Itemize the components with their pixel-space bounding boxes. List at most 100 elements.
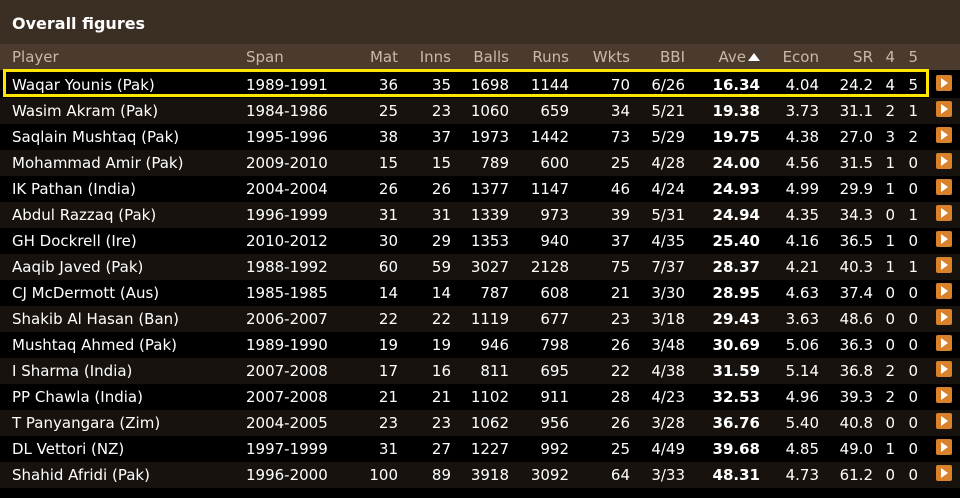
expand-arrow-button[interactable] (936, 231, 952, 247)
cell-runs: 911 (540, 388, 569, 406)
cell-player[interactable]: Abdul Razzaq (Pak) (12, 206, 156, 224)
cell-player[interactable]: GH Dockrell (Ire) (12, 232, 137, 250)
expand-arrow-button[interactable] (936, 413, 952, 429)
cell-wkts: 46 (610, 180, 630, 198)
cell-sr: 36.3 (839, 336, 873, 354)
cell-ave: 29.43 (712, 310, 760, 328)
expand-arrow-button[interactable] (936, 465, 952, 481)
expand-arrow-button[interactable] (936, 361, 952, 377)
cell-player[interactable]: DL Vettori (NZ) (12, 440, 124, 458)
col-sr[interactable]: SR (853, 48, 873, 66)
col-four[interactable]: 4 (885, 48, 895, 66)
cell-econ: 4.63 (785, 284, 819, 302)
cell-mat: 38 (378, 128, 398, 146)
expand-arrow-button[interactable] (936, 283, 952, 299)
col-bbi[interactable]: BBI (660, 48, 685, 66)
cell-wkts: 22 (610, 362, 630, 380)
table-row: Shahid Afridi (Pak) 1996-2000 100 89 3918 309… (0, 462, 960, 488)
cell-player[interactable]: I Sharma (India) (12, 362, 132, 380)
cell-mat: 30 (378, 232, 398, 250)
col-balls[interactable]: Balls (473, 48, 509, 66)
cell-four: 3 (885, 128, 895, 146)
cell-player[interactable]: CJ McDermott (Aus) (12, 284, 159, 302)
cell-player[interactable]: Waqar Younis (Pak) (12, 76, 155, 94)
cell-player[interactable]: Aaqib Javed (Pak) (12, 258, 143, 276)
col-econ[interactable]: Econ (783, 48, 819, 66)
cell-player[interactable]: Mushtaq Ahmed (Pak) (12, 336, 177, 354)
cell-runs: 2128 (530, 258, 569, 276)
col-runs[interactable]: Runs (532, 48, 569, 66)
cell-sr: 29.9 (839, 180, 873, 198)
cell-wkts: 39 (610, 206, 630, 224)
cell-wkts: 75 (610, 258, 630, 276)
cell-player[interactable]: Shahid Afridi (Pak) (12, 466, 150, 484)
cell-ave: 25.40 (712, 232, 760, 250)
cell-span: 2004-2004 (246, 180, 328, 198)
col-span[interactable]: Span (246, 48, 284, 66)
expand-arrow-button[interactable] (936, 387, 952, 403)
cell-four: 1 (885, 258, 895, 276)
cell-runs: 695 (540, 362, 569, 380)
cell-span: 1996-1999 (246, 206, 328, 224)
cell-player[interactable]: Shakib Al Hasan (Ban) (12, 310, 179, 328)
col-inns[interactable]: Inns (420, 48, 451, 66)
col-ave[interactable]: Ave (719, 48, 760, 66)
expand-arrow-button[interactable] (936, 75, 952, 91)
table-row: I Sharma (India) 2007-2008 17 16 811 695 22 4/3… (0, 358, 960, 384)
cell-ave: 19.75 (712, 128, 760, 146)
expand-arrow-button[interactable] (936, 127, 952, 143)
cell-sr: 36.8 (839, 362, 873, 380)
cell-five: 1 (908, 206, 918, 224)
expand-arrow-button[interactable] (936, 335, 952, 351)
cell-span: 2006-2007 (246, 310, 328, 328)
cell-player[interactable]: PP Chawla (India) (12, 388, 143, 406)
expand-arrow-button[interactable] (936, 439, 952, 455)
cell-sr: 36.5 (839, 232, 873, 250)
cell-five: 0 (908, 336, 918, 354)
cell-player[interactable]: Saqlain Mushtaq (Pak) (12, 128, 179, 146)
col-mat[interactable]: Mat (370, 48, 398, 66)
cell-player[interactable]: T Panyangara (Zim) (12, 414, 160, 432)
cell-five: 1 (908, 102, 918, 120)
cell-balls: 1353 (470, 232, 509, 250)
cell-wkts: 70 (610, 76, 630, 94)
cell-ave: 28.37 (712, 258, 760, 276)
cell-inns: 27 (431, 440, 451, 458)
expand-arrow-button[interactable] (936, 309, 952, 325)
cell-player[interactable]: IK Pathan (India) (12, 180, 136, 198)
cell-inns: 14 (431, 284, 451, 302)
cell-ave: 28.95 (712, 284, 760, 302)
expand-arrow-button[interactable] (936, 205, 952, 221)
cell-runs: 1147 (530, 180, 569, 198)
cell-ave: 31.59 (712, 362, 760, 380)
col-player[interactable]: Player (12, 48, 59, 66)
cell-mat: 15 (378, 154, 398, 172)
cell-bbi: 4/38 (651, 362, 685, 380)
expand-arrow-button[interactable] (936, 101, 952, 117)
cell-inns: 31 (431, 206, 451, 224)
cell-mat: 25 (378, 102, 398, 120)
cell-player[interactable]: Wasim Akram (Pak) (12, 102, 158, 120)
col-wkts[interactable]: Wkts (593, 48, 630, 66)
cell-inns: 35 (431, 76, 451, 94)
cell-inns: 15 (431, 154, 451, 172)
cell-span: 2007-2008 (246, 362, 328, 380)
cell-balls: 1698 (470, 76, 509, 94)
cell-mat: 17 (378, 362, 398, 380)
cell-bbi: 4/49 (651, 440, 685, 458)
cell-balls: 3918 (470, 466, 509, 484)
col-five[interactable]: 5 (908, 48, 918, 66)
expand-arrow-button[interactable] (936, 257, 952, 273)
cell-inns: 22 (431, 310, 451, 328)
cell-ave: 39.68 (712, 440, 760, 458)
cell-five: 0 (908, 232, 918, 250)
cell-span: 2009-2010 (246, 154, 328, 172)
cell-mat: 36 (378, 76, 398, 94)
cell-span: 2010-2012 (246, 232, 328, 250)
cell-player[interactable]: Mohammad Amir (Pak) (12, 154, 183, 172)
expand-arrow-button[interactable] (936, 153, 952, 169)
cell-wkts: 23 (610, 310, 630, 328)
cell-mat: 31 (378, 206, 398, 224)
cell-balls: 1102 (470, 388, 509, 406)
expand-arrow-button[interactable] (936, 179, 952, 195)
